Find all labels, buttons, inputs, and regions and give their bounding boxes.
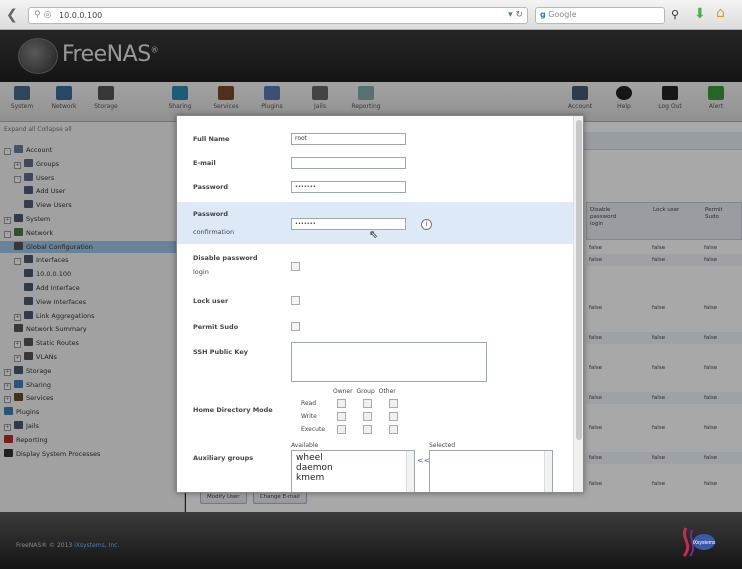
- lock-user-label: Lock user: [193, 297, 229, 305]
- search-icon[interactable]: ⚲: [671, 8, 679, 21]
- perm-other-execute-checkbox[interactable]: [389, 425, 398, 434]
- ssh-public-key-textarea[interactable]: [291, 342, 487, 382]
- search-engine-label: g Google: [540, 10, 577, 19]
- search-input[interactable]: g Google: [535, 7, 665, 24]
- home-mode-label: Home Directory Mode: [193, 406, 273, 414]
- perm-col-owner: Owner: [333, 388, 353, 395]
- perm-owner-execute-checkbox[interactable]: [337, 425, 346, 434]
- browser-toolbar: ❮ ⚲ ◎ 10.0.0.100 ▾ ↻ g Google ⚲ ⬇ ⌂: [0, 0, 742, 30]
- aux-available-scrollbar[interactable]: [406, 451, 414, 492]
- home-mode-row: Home Directory Mode Owner Group Other Re…: [177, 386, 573, 440]
- lock-user-row: Lock user: [177, 294, 573, 308]
- perm-group-write-checkbox[interactable]: [363, 412, 372, 421]
- aux-selected-scrollbar[interactable]: [544, 451, 552, 492]
- aux-available-item[interactable]: daemon: [296, 463, 410, 473]
- perm-group-execute-checkbox[interactable]: [363, 425, 372, 434]
- perm-owner-write-checkbox[interactable]: [337, 412, 346, 421]
- disable-password-label-line1: Disable password: [193, 254, 258, 262]
- email-row: E-mail: [177, 156, 573, 170]
- perm-other-write-checkbox[interactable]: [389, 412, 398, 421]
- perm-group-read-checkbox[interactable]: [363, 399, 372, 408]
- back-arrow-icon[interactable]: ❮: [6, 8, 20, 22]
- perm-other-read-checkbox[interactable]: [389, 399, 398, 408]
- perm-execute-label: Execute: [301, 426, 325, 433]
- password-confirmation-field[interactable]: •••••••: [291, 218, 406, 230]
- permission-column-headers: Owner Group Other: [333, 388, 398, 395]
- lock-user-checkbox[interactable]: [291, 296, 300, 305]
- aux-selected-label: Selected: [429, 442, 456, 449]
- search-placeholder: Google: [548, 10, 577, 19]
- aux-groups-label: Auxiliary groups: [193, 454, 254, 462]
- footer-copyright: FreeNAS® © 2013 iXsystems, Inc.: [16, 542, 119, 549]
- aux-groups-row: Auxiliary groups Available Selected whee…: [177, 442, 573, 492]
- ssh-key-label: SSH Public Key: [193, 348, 248, 356]
- full-name-label: Full Name: [193, 135, 230, 143]
- info-help-icon[interactable]: i: [421, 219, 432, 230]
- aux-available-list[interactable]: wheel daemon kmem: [291, 450, 415, 492]
- disable-password-row: Disable password login: [177, 252, 573, 280]
- full-name-field[interactable]: root: [291, 133, 406, 145]
- perm-write-label: Write: [301, 413, 317, 420]
- edit-user-dialog: Full Name root E-mail Password ••••••• P…: [176, 115, 584, 493]
- password-row: Password •••••••: [177, 180, 573, 194]
- download-arrow-icon[interactable]: ⬇: [694, 6, 706, 22]
- footer-copyright-text: FreeNAS® © 2013: [16, 542, 73, 549]
- mouse-cursor-icon: ⇖: [369, 228, 379, 241]
- aux-available-item[interactable]: wheel: [296, 453, 410, 463]
- disable-password-checkbox[interactable]: [291, 262, 300, 271]
- url-bar[interactable]: ⚲ ◎ 10.0.0.100 ▾ ↻: [28, 7, 528, 24]
- aux-available-label: Available: [291, 442, 319, 449]
- dialog-scrollbar[interactable]: [573, 116, 583, 492]
- ixsystems-logo-icon: iXsystems: [682, 527, 716, 557]
- email-field[interactable]: [291, 157, 406, 169]
- footer-company-link[interactable]: iXsystems, Inc.: [74, 542, 119, 549]
- password-confirmation-label-line1: Password: [193, 210, 229, 218]
- google-g-icon: g: [540, 10, 546, 19]
- full-name-row: Full Name root: [177, 132, 573, 146]
- site-identity-icon: ⚲ ◎: [34, 10, 52, 20]
- permit-sudo-label: Permit Sudo: [193, 323, 239, 331]
- ixsystems-brand-text: iXsystems: [693, 540, 716, 546]
- permit-sudo-checkbox[interactable]: [291, 322, 300, 331]
- home-icon[interactable]: ⌂: [716, 5, 725, 21]
- dialog-scrollbar-thumb[interactable]: [576, 120, 582, 440]
- password-field[interactable]: •••••••: [291, 181, 406, 193]
- permit-sudo-row: Permit Sudo: [177, 320, 573, 334]
- url-text[interactable]: 10.0.0.100: [59, 11, 102, 20]
- email-label: E-mail: [193, 159, 216, 167]
- page-footer: FreeNAS® © 2013 iXsystems, Inc. iXsystem…: [0, 512, 742, 569]
- ssh-key-row: SSH Public Key: [177, 342, 573, 386]
- aux-selected-list[interactable]: [429, 450, 553, 492]
- perm-owner-read-checkbox[interactable]: [337, 399, 346, 408]
- password-label: Password: [193, 183, 229, 191]
- aux-available-item[interactable]: kmem: [296, 473, 410, 483]
- perm-read-label: Read: [301, 400, 317, 407]
- reload-icon[interactable]: ▾ ↻: [508, 10, 523, 20]
- password-confirmation-label-line2: confirmation: [193, 228, 235, 236]
- perm-col-group: Group: [356, 388, 375, 395]
- password-confirmation-row: Password confirmation ••••••• i ⇖: [177, 202, 573, 244]
- disable-password-label-line2: login: [193, 268, 209, 276]
- perm-col-other: Other: [378, 388, 396, 395]
